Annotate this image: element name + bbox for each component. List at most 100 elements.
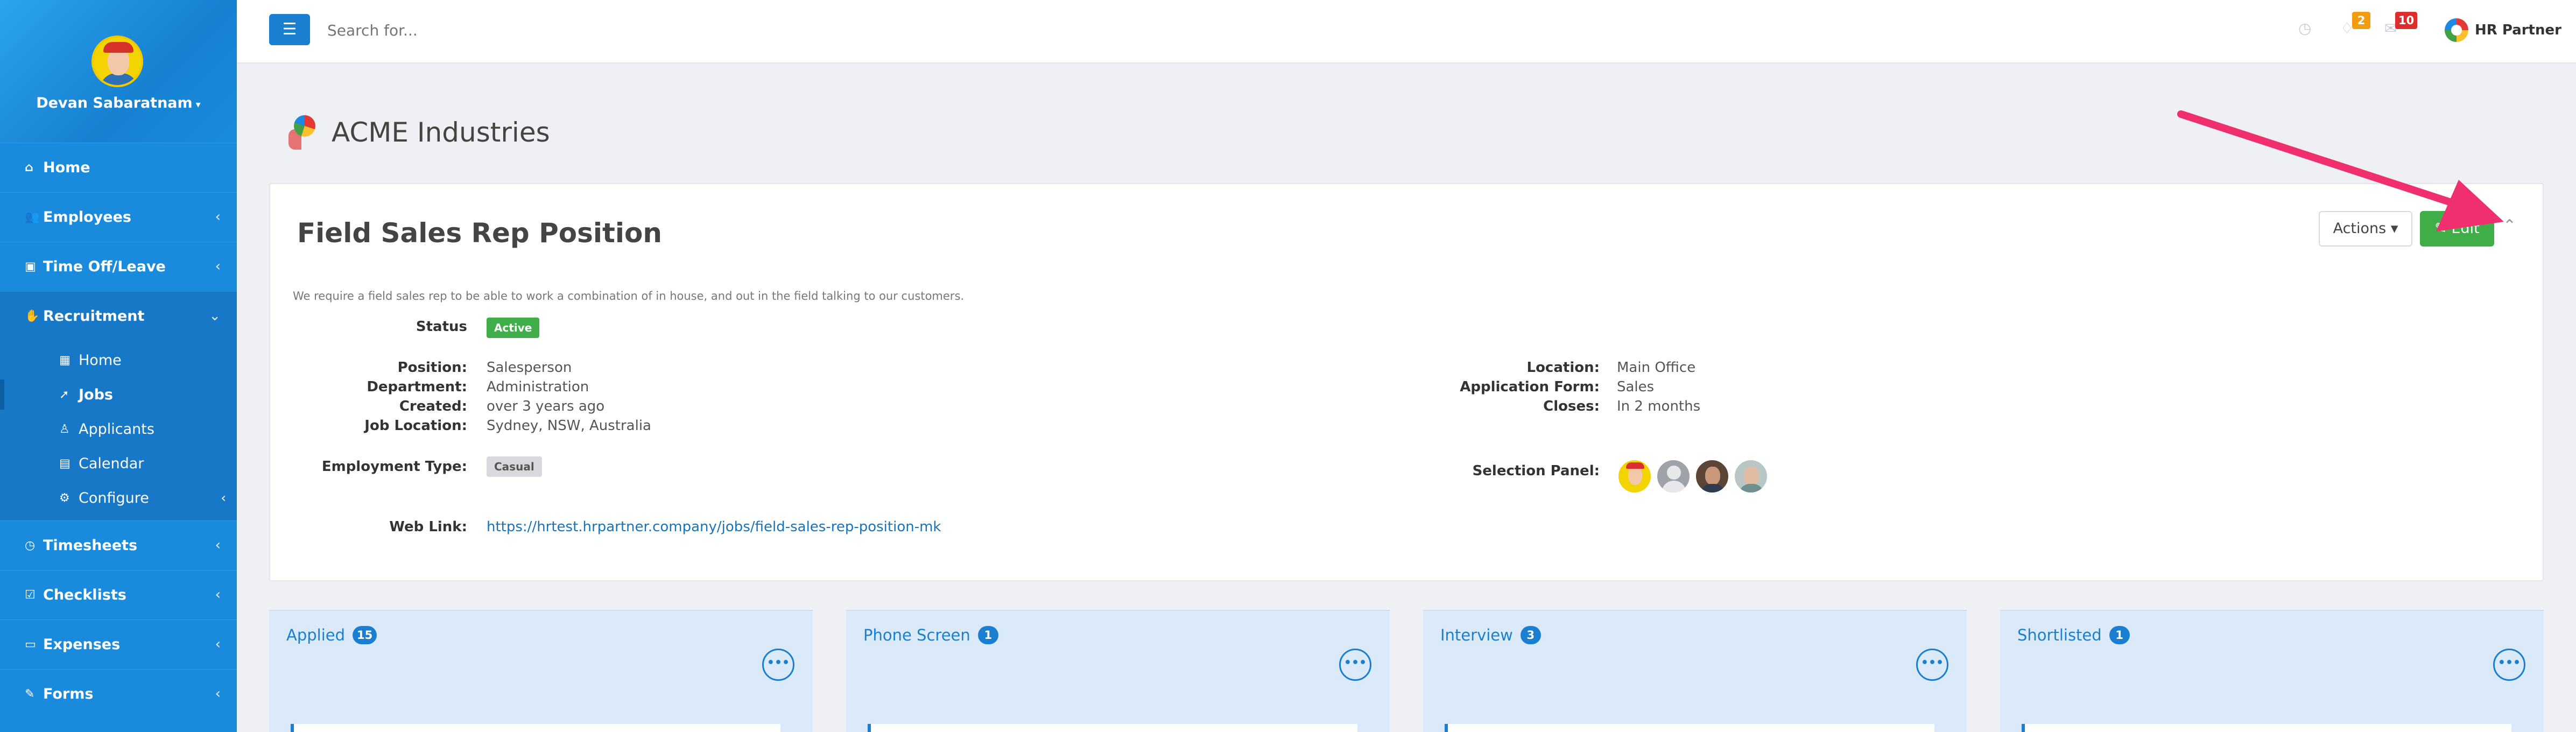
check-square-icon: ☑ — [25, 588, 36, 602]
more-options-button[interactable]: ••• — [1339, 649, 1371, 681]
hamburger-icon: ☰ — [282, 20, 297, 39]
sidebar-subitem-label: Configure — [79, 489, 149, 506]
employment-type-badge: Casual — [487, 456, 542, 477]
search-input[interactable] — [327, 15, 973, 45]
clock-icon[interactable]: ◷ — [2298, 19, 2311, 37]
status-badge: Active — [487, 318, 540, 338]
column-name: Interview — [1440, 626, 1513, 644]
chevron-left-icon: ‹ — [215, 537, 221, 553]
sidebar: Devan Sabaratnam ▾ ⌂ Home 👥 Employees ‹ ▣… — [0, 0, 237, 732]
handshake-icon: ✋ — [25, 309, 40, 323]
sidebar-item-label: Recruitment — [43, 308, 145, 325]
hr-partner-logo — [2445, 18, 2468, 42]
edit-button[interactable]: ✎ Edit — [2420, 211, 2494, 247]
app-window: Devan Sabaratnam ▾ ⌂ Home 👥 Employees ‹ ▣… — [0, 0, 2576, 732]
sidebar-item-recruitment[interactable]: ✋ Recruitment ⌄ — [0, 291, 237, 341]
brand-menu[interactable]: HR Partner — [2445, 16, 2561, 44]
closes-label: Closes: — [1543, 398, 1600, 414]
person-icon: ♙ — [59, 422, 70, 436]
user-avatar[interactable] — [92, 36, 143, 87]
sidebar-item-expenses[interactable]: ▭ Expenses ‹ — [0, 620, 237, 669]
chevron-left-icon: ‹ — [215, 686, 221, 702]
avatar[interactable] — [1656, 459, 1691, 494]
sidebar-item-label: Forms — [43, 686, 94, 702]
sidebar-subitem-label: Calendar — [79, 455, 144, 472]
sidebar-item-employees[interactable]: 👥 Employees ‹ — [0, 192, 237, 242]
closes-value: In 2 months — [1617, 398, 1701, 414]
pipeline-column-applied: Applied 15 ••• — [269, 610, 813, 732]
ellipsis-icon: ••• — [2497, 656, 2521, 670]
chevron-left-icon: ‹ — [221, 490, 226, 505]
grid-icon: ▦ — [59, 353, 71, 367]
avatar[interactable] — [1733, 459, 1769, 494]
chevron-left-icon: ‹ — [215, 636, 221, 652]
pipeline-column-title[interactable]: Interview 3 — [1440, 626, 1541, 644]
count-badge: 1 — [977, 626, 998, 644]
sidebar-item-label: Home — [43, 159, 90, 176]
chevron-left-icon: ‹ — [215, 258, 221, 274]
brand-name: HR Partner — [2475, 22, 2561, 38]
position-value: Salesperson — [487, 360, 572, 376]
sidebar-subitem-calendar[interactable]: ▤ Calendar — [0, 446, 237, 481]
sidebar-item-label: Checklists — [43, 587, 126, 603]
page-title: Field Sales Rep Position — [297, 217, 663, 249]
column-name: Applied — [286, 626, 346, 644]
selection-panel-label: Selection Panel: — [1472, 463, 1600, 479]
sidebar-item-label: Timesheets — [43, 537, 138, 554]
sidebar-subitem-configure[interactable]: ⚙ Configure ‹ — [0, 481, 237, 515]
sidebar-item-label: Expenses — [43, 636, 121, 653]
sidebar-item-forms[interactable]: ✎ Forms ‹ — [0, 669, 237, 719]
avatar[interactable] — [1694, 459, 1730, 494]
created-label: Created: — [399, 398, 467, 414]
chevron-up-icon[interactable]: ⌃ — [2503, 216, 2516, 235]
chevron-left-icon: ‹ — [215, 209, 221, 225]
sidebar-subitem-applicants[interactable]: ♙ Applicants — [0, 412, 237, 446]
sidebar-item-checklists[interactable]: ☑ Checklists ‹ — [0, 570, 237, 620]
job-location-value: Sydney, NSW, Australia — [487, 418, 651, 434]
topbar: ☰ ◷ ♢ 2 ✉ 10 HR Partner — [237, 0, 2576, 64]
applicant-card[interactable] — [868, 724, 1357, 732]
job-location-label: Job Location: — [364, 418, 467, 434]
applicant-card[interactable] — [1445, 724, 1934, 732]
applicant-card[interactable] — [2022, 724, 2511, 732]
more-options-button[interactable]: ••• — [1916, 649, 1948, 681]
clock-icon: ◷ — [25, 539, 36, 552]
job-description: We require a field sales rep to be able … — [293, 290, 965, 302]
applicant-card[interactable] — [291, 724, 780, 732]
application-form-label: Application Form: — [1460, 379, 1600, 395]
sidebar-subitem-home[interactable]: ▦ Home — [0, 343, 237, 377]
sidebar-item-time-off[interactable]: ▣ Time Off/Leave ‹ — [0, 242, 237, 291]
user-name: Devan Sabaratnam — [36, 95, 193, 111]
count-badge: 1 — [2109, 626, 2130, 644]
job-web-link[interactable]: https://hrtest.hrpartner.company/jobs/fi… — [487, 519, 941, 535]
sidebar-item-home[interactable]: ⌂ Home — [0, 143, 237, 192]
notifications-badge: 2 — [2352, 12, 2370, 29]
more-options-button[interactable]: ••• — [2493, 649, 2525, 681]
edit-label: Edit — [2451, 220, 2480, 237]
caret-down-icon: ▾ — [195, 99, 201, 110]
sidebar-subitem-jobs[interactable]: ➚ Jobs — [0, 377, 237, 412]
job-details-card: Field Sales Rep Position Actions ▾ ✎ Edi… — [269, 183, 2544, 581]
more-options-button[interactable]: ••• — [762, 649, 794, 681]
pipeline-column-title[interactable]: Shortlisted 1 — [2017, 626, 2130, 644]
selection-panel-avatars — [1617, 459, 1772, 494]
sidebar-item-timesheets[interactable]: ◷ Timesheets ‹ — [0, 520, 237, 570]
users-icon: 👥 — [25, 210, 40, 224]
created-value: over 3 years ago — [487, 398, 605, 414]
ellipsis-icon: ••• — [1343, 656, 1367, 670]
home-icon: ⌂ — [25, 161, 33, 174]
pipeline-column-title[interactable]: Applied 15 — [286, 626, 377, 644]
rocket-icon: ➚ — [59, 388, 69, 402]
user-name-dropdown[interactable]: Devan Sabaratnam ▾ — [0, 95, 237, 111]
calendar-icon: ▤ — [59, 456, 71, 470]
suitcase-icon: ▣ — [25, 260, 36, 273]
sidebar-nav: ⌂ Home 👥 Employees ‹ ▣ Time Off/Leave ‹ … — [0, 143, 237, 719]
avatar[interactable] — [1617, 459, 1652, 494]
location-label: Location: — [1526, 360, 1600, 376]
sidebar-subitem-label: Jobs — [79, 386, 113, 403]
actions-dropdown-button[interactable]: Actions ▾ — [2319, 211, 2412, 247]
menu-toggle-button[interactable]: ☰ — [269, 14, 310, 45]
location-value: Main Office — [1617, 360, 1696, 376]
position-label: Position: — [397, 360, 467, 376]
pipeline-column-title[interactable]: Phone Screen 1 — [863, 626, 998, 644]
